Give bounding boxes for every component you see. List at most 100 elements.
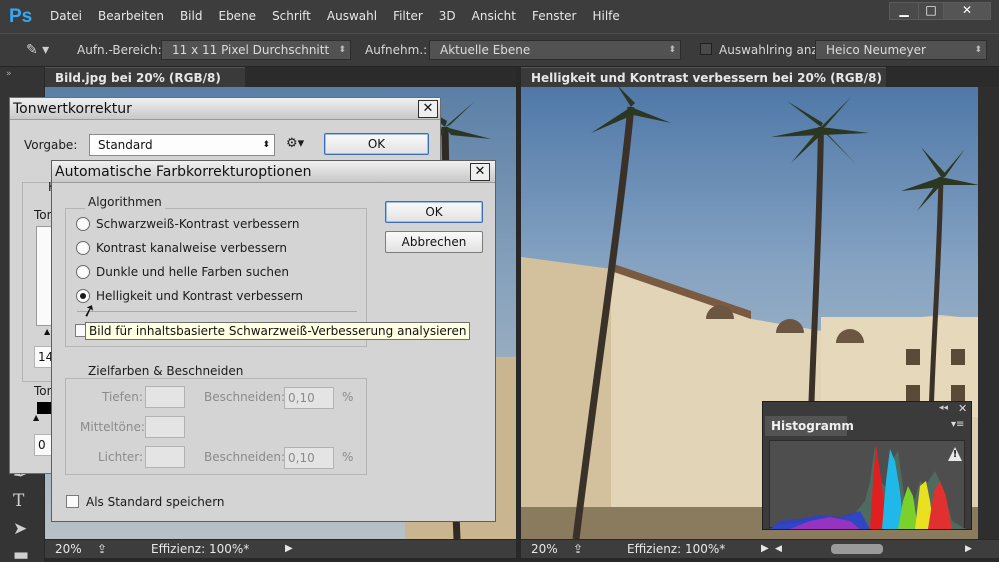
preset-label: Vorgabe: bbox=[24, 138, 78, 152]
midtones-label: Mitteltöne: bbox=[80, 420, 145, 434]
black-slider-icon[interactable]: ▲ bbox=[44, 327, 50, 336]
output-slider-icon[interactable]: ▲ bbox=[33, 413, 39, 422]
panel-collapse-icon[interactable]: ◂◂ bbox=[939, 403, 948, 413]
targets-label: Zielfarben & Beschneiden bbox=[85, 364, 247, 378]
menu-item-bearbeiten[interactable]: Bearbeiten bbox=[98, 9, 164, 23]
main-menu: Datei Bearbeiten Bild Ebene Schrift Ausw… bbox=[50, 9, 636, 23]
maximize-button[interactable]: □ bbox=[918, 2, 944, 20]
menu-bar: Ps Datei Bearbeiten Bild Ebene Schrift A… bbox=[0, 0, 999, 33]
sample-area-select[interactable]: 11 x 11 Pixel Durchschnitt ⬍ bbox=[161, 40, 351, 60]
tab-helligkeit-kontrast[interactable]: Helligkeit und Kontrast verbessern bei 2… bbox=[521, 67, 886, 105]
algorithms-divider bbox=[77, 311, 357, 312]
highlights-swatch[interactable] bbox=[145, 446, 185, 468]
menu-item-3d[interactable]: 3D bbox=[439, 9, 456, 23]
sample-label: Aufnehm.: bbox=[365, 43, 428, 57]
auto-color-dialog: Automatische Farbkorrekturoptionen ✕ Alg… bbox=[51, 160, 496, 522]
eyedropper-icon[interactable]: ✎ ▾ bbox=[26, 42, 49, 58]
radio-bw-contrast-label[interactable]: Schwarzweiß-Kontrast verbessern bbox=[96, 217, 299, 231]
highlights-clip-value: 0,10 bbox=[288, 451, 315, 465]
panel-close-icon[interactable]: ✕ bbox=[958, 402, 967, 415]
shadows-clip-field[interactable]: 0,10 bbox=[284, 387, 334, 409]
auto-color-ok-button[interactable]: OK bbox=[385, 201, 483, 223]
right-zoom[interactable]: 20% bbox=[531, 540, 558, 558]
levels-ok-button[interactable]: OK bbox=[324, 133, 429, 155]
right-status-bar: 20% ⇪ Effizienz: 100%* ▶ ◀ ▶ bbox=[521, 540, 999, 558]
save-default-checkbox[interactable] bbox=[66, 495, 79, 508]
options-bar: ✎ ▾ Aufn.-Bereich: 11 x 11 Pixel Durchsc… bbox=[0, 33, 999, 67]
radio-bw-contrast[interactable] bbox=[76, 217, 90, 231]
analyze-content-tooltip: Bild für inhaltsbasierte Schwarzweiß-Ver… bbox=[85, 322, 471, 340]
shadows-clip-value: 0,10 bbox=[288, 391, 315, 405]
show-ring-label: Auswahlring anz bbox=[719, 43, 818, 57]
status-menu-arrow-icon[interactable]: ▶ bbox=[285, 540, 293, 558]
preset-gear-icon[interactable]: ⚙▾ bbox=[286, 136, 304, 151]
menu-item-filter[interactable]: Filter bbox=[393, 9, 423, 23]
minimize-button[interactable]: ▁ bbox=[889, 2, 919, 20]
radio-dark-light-colors-label[interactable]: Dunkle und helle Farben suchen bbox=[96, 265, 289, 279]
preset-value: Standard bbox=[98, 138, 153, 152]
tab-bild-jpg[interactable]: Bild.jpg bei 20% (RGB/8) *✕ bbox=[45, 67, 245, 105]
collapse-icon[interactable]: » bbox=[6, 69, 12, 79]
percent-label: % bbox=[342, 450, 354, 464]
left-zoom[interactable]: 20% bbox=[55, 540, 82, 558]
right-dock bbox=[978, 87, 999, 539]
menu-item-ansicht[interactable]: Ansicht bbox=[472, 9, 516, 23]
tab-bar-spacer bbox=[886, 67, 999, 87]
percent-label: % bbox=[342, 390, 354, 404]
menu-item-fenster[interactable]: Fenster bbox=[532, 9, 577, 23]
horizontal-scrollbar-thumb[interactable] bbox=[831, 544, 883, 554]
menu-item-ebene[interactable]: Ebene bbox=[218, 9, 256, 23]
workspace-select[interactable]: Heico Neumeyer ⬍ bbox=[815, 40, 987, 60]
left-status-bar: 20% ⇪ Effizienz: 100%* ▶ bbox=[45, 540, 516, 558]
menu-item-hilfe[interactable]: Hilfe bbox=[592, 9, 619, 23]
panel-menu-icon[interactable]: ▾≡ bbox=[951, 419, 964, 430]
sample-layer-select[interactable]: Aktuelle Ebene ⬍ bbox=[429, 40, 681, 60]
menu-item-auswahl[interactable]: Auswahl bbox=[327, 9, 377, 23]
auto-color-close-button[interactable]: ✕ bbox=[470, 163, 490, 181]
updown-icon: ⬍ bbox=[338, 45, 346, 55]
save-default-label[interactable]: Als Standard speichern bbox=[86, 495, 225, 509]
sample-layer-value: Aktuelle Ebene bbox=[440, 43, 531, 57]
midtones-swatch[interactable] bbox=[145, 416, 185, 438]
menu-item-bild[interactable]: Bild bbox=[180, 9, 203, 23]
radio-brightness-contrast-label[interactable]: Helligkeit und Kontrast verbessern bbox=[96, 289, 303, 303]
auto-color-cancel-button[interactable]: Abbrechen bbox=[385, 231, 483, 253]
histogram-panel: ◂◂ ✕ Histogramm ▾≡ ! bbox=[762, 401, 972, 530]
radio-per-channel-contrast[interactable] bbox=[76, 241, 90, 255]
path-selection-icon[interactable]: ➤ bbox=[13, 519, 27, 539]
shadows-label: Tiefen: bbox=[102, 390, 143, 404]
status-menu-arrow-icon[interactable]: ▶ bbox=[761, 540, 769, 558]
highlights-clip-label: Beschneiden: bbox=[204, 450, 286, 464]
histogram-title: Histogramm bbox=[771, 419, 854, 433]
highlights-label: Lichter: bbox=[98, 450, 144, 464]
updown-icon: ⬍ bbox=[974, 45, 982, 55]
sample-area-label: Aufn.-Bereich: bbox=[77, 43, 162, 57]
preset-select[interactable]: Standard ⬍ bbox=[89, 134, 275, 156]
radio-dark-light-colors[interactable] bbox=[76, 265, 90, 279]
updown-icon: ⬍ bbox=[668, 45, 676, 55]
updown-icon: ⬍ bbox=[262, 140, 270, 150]
menu-item-datei[interactable]: Datei bbox=[50, 9, 82, 23]
tab-histogram[interactable]: Histogramm bbox=[765, 416, 854, 436]
radio-per-channel-contrast-label[interactable]: Kontrast kanalweise verbessern bbox=[96, 241, 287, 255]
shadows-swatch[interactable] bbox=[145, 386, 185, 408]
shape-tool-icon[interactable]: ▬ bbox=[13, 545, 29, 562]
levels-close-button[interactable]: ✕ bbox=[418, 100, 438, 118]
histogram-svg bbox=[770, 445, 966, 529]
output-value: 0 bbox=[38, 438, 46, 452]
levels-dialog-title: Tonwertkorrektur bbox=[10, 98, 440, 120]
export-icon[interactable]: ⇪ bbox=[97, 540, 107, 558]
scroll-left-icon[interactable]: ◀ bbox=[775, 540, 782, 558]
workspace-value: Heico Neumeyer bbox=[826, 43, 926, 57]
export-icon[interactable]: ⇪ bbox=[573, 540, 583, 558]
close-window-button[interactable]: ✕ bbox=[943, 2, 991, 20]
scroll-right-icon[interactable]: ▶ bbox=[965, 540, 972, 558]
type-tool-icon[interactable]: T bbox=[13, 491, 24, 511]
right-efficiency: Effizienz: 100%* bbox=[627, 542, 726, 556]
tab-bar-spacer bbox=[245, 67, 516, 87]
algorithms-label: Algorithmen bbox=[85, 195, 165, 209]
photoshop-logo: Ps bbox=[9, 6, 33, 27]
menu-item-schrift[interactable]: Schrift bbox=[272, 9, 311, 23]
highlights-clip-field[interactable]: 0,10 bbox=[284, 447, 334, 469]
show-ring-checkbox[interactable] bbox=[700, 43, 712, 55]
